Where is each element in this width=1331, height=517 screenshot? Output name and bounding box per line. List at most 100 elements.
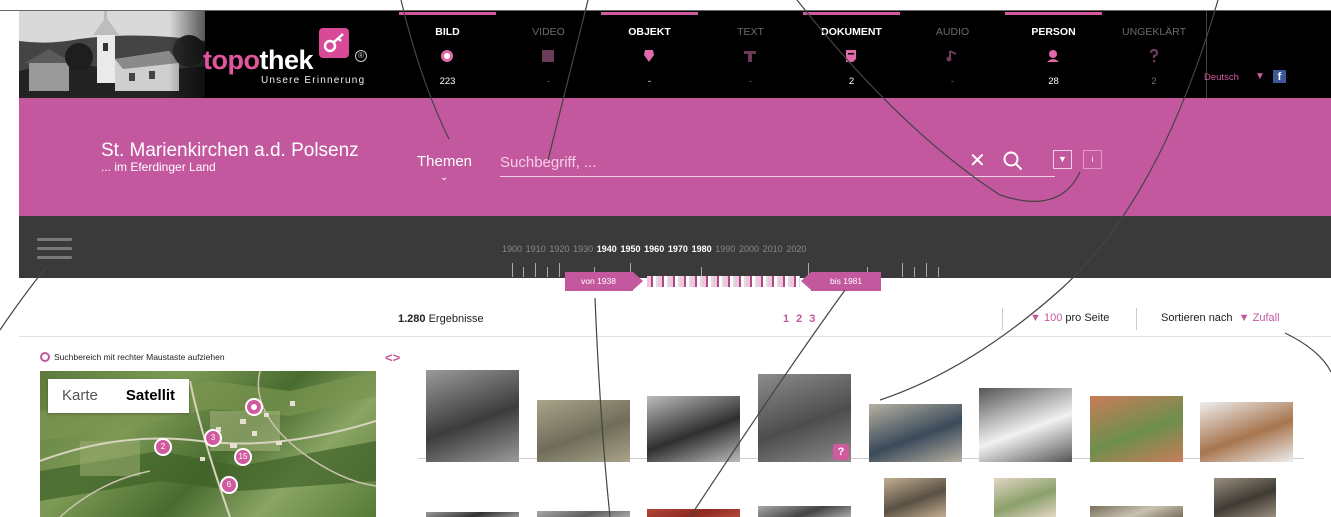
timeline-tick [535, 263, 536, 277]
result-thumbnail[interactable] [758, 506, 851, 517]
camera-icon [441, 50, 453, 62]
timeline-tick [938, 267, 939, 277]
timeline-year[interactable]: 2020 [786, 244, 806, 254]
result-thumbnail[interactable] [426, 512, 519, 517]
timeline-year[interactable]: 1950 [620, 244, 640, 254]
result-thumbnail[interactable] [994, 478, 1056, 517]
timeline-year[interactable]: 2000 [739, 244, 759, 254]
search-box: ✕ [500, 149, 1055, 177]
result-thumbnail[interactable] [647, 509, 740, 517]
facebook-icon[interactable]: f [1273, 70, 1286, 83]
timeline-bar: 1900 1910 1920 1930 1940 1950 1960 1970 1980 1990… [19, 216, 1331, 291]
logo-word-a: topo [203, 45, 260, 75]
page-link[interactable]: 1 [783, 313, 789, 325]
category-tab-video[interactable]: VIDEO - [500, 11, 601, 98]
timeline-tick [926, 263, 927, 277]
map-marker[interactable]: 3 [204, 429, 222, 447]
dropdown-arrow-icon: ▼ [1030, 312, 1041, 324]
timeline-to-arrow-icon[interactable] [801, 272, 811, 290]
map-type-toggle: Karte Satellit [48, 379, 190, 413]
search-icon[interactable] [1002, 150, 1024, 172]
timeline-to-handle[interactable]: bis 1981 [811, 272, 881, 291]
result-thumbnail[interactable] [537, 511, 630, 517]
result-thumbnail[interactable] [869, 404, 962, 462]
result-thumbnail[interactable] [647, 396, 740, 462]
result-thumbnail[interactable] [1090, 396, 1183, 462]
timeline-year[interactable]: 1970 [668, 244, 688, 254]
per-page-label: pro Seite [1065, 312, 1110, 324]
hamburger-menu-icon[interactable] [37, 238, 72, 259]
person-icon [1047, 50, 1059, 62]
map-view[interactable]: Karte Satellit 2 3 15 6 [40, 371, 376, 517]
chevron-down-icon[interactable]: ⌄ [440, 172, 448, 183]
advanced-search-toggle[interactable]: ▼ [1053, 150, 1072, 169]
unknown-badge-icon: ? [833, 444, 849, 460]
timeline-tick [559, 263, 560, 277]
timeline-tick [547, 267, 548, 277]
sort-value: Zufall [1252, 312, 1280, 324]
category-tab-text[interactable]: TEXT - [702, 11, 803, 98]
language-dropdown-arrow-icon[interactable]: ▼ [1255, 71, 1265, 82]
map-marker[interactable]: 2 [154, 438, 172, 456]
result-thumbnail[interactable] [884, 478, 946, 517]
page-link[interactable]: 2 [796, 313, 802, 325]
result-thumbnail[interactable] [979, 388, 1072, 462]
timeline-year[interactable]: 1910 [526, 244, 546, 254]
category-label: VIDEO [532, 26, 565, 38]
per-page-select[interactable]: ▼ 100 pro Seite [1030, 312, 1109, 324]
map-marker[interactable] [245, 398, 263, 416]
result-thumbnail[interactable] [426, 370, 519, 462]
timeline-year[interactable]: 1920 [549, 244, 569, 254]
map-marker[interactable]: 15 [234, 448, 252, 466]
map-hint: Suchbereich mit rechter Maustaste aufzie… [40, 352, 225, 362]
category-label: PERSON [1031, 26, 1076, 38]
divider [1136, 308, 1137, 330]
timeline-year[interactable]: 1940 [597, 244, 617, 254]
results-count: 1.280 Ergebnisse [398, 313, 484, 325]
category-tab-ungeklaert[interactable]: UNGEKLÄRT 2 [1106, 11, 1207, 98]
results-number: 1.280 [398, 313, 426, 325]
topothek-logo-icon[interactable] [319, 28, 349, 58]
timeline-year[interactable]: 1980 [692, 244, 712, 254]
language-select[interactable]: Deutsch [1204, 72, 1239, 83]
timeline-from-handle[interactable]: von 1938 [565, 272, 633, 291]
map-type-satellit[interactable]: Satellit [112, 379, 189, 413]
map-type-karte[interactable]: Karte [48, 379, 112, 413]
category-tab-dokument[interactable]: DOKUMENT 2 [803, 11, 904, 98]
timeline-year[interactable]: 1930 [573, 244, 593, 254]
collapse-panel-icon[interactable]: <> [385, 350, 400, 365]
search-band: St. Marienkirchen a.d. Polsenz ... im Ef… [19, 98, 1331, 216]
divider [1002, 308, 1003, 330]
category-tab-objekt[interactable]: OBJEKT - [601, 11, 702, 98]
info-button[interactable]: i [1083, 150, 1102, 169]
category-tab-person[interactable]: PERSON 28 [1005, 11, 1106, 98]
results-divider [19, 336, 1331, 337]
category-active-bar [399, 12, 496, 15]
timeline-year[interactable]: 1900 [502, 244, 522, 254]
timeline-density-strip [647, 276, 800, 287]
timeline-year[interactable]: 1990 [715, 244, 735, 254]
category-label: DOKUMENT [821, 26, 882, 38]
category-tab-audio[interactable]: AUDIO - [904, 11, 1005, 98]
clear-search-icon[interactable]: ✕ [969, 149, 986, 173]
category-label: AUDIO [935, 26, 970, 38]
place-subtitle: ... im Eferdinger Land [101, 160, 216, 174]
result-thumbnail[interactable] [1090, 506, 1183, 517]
category-tab-bild[interactable]: BILD 223 [399, 11, 500, 98]
logo-wordmark[interactable]: topothek [203, 45, 314, 76]
timeline-year[interactable]: 2010 [763, 244, 783, 254]
timeline-year[interactable]: 1960 [644, 244, 664, 254]
map-marker[interactable]: 6 [220, 476, 238, 494]
question-icon [1149, 49, 1159, 63]
result-thumbnail[interactable] [537, 400, 630, 462]
result-thumbnail[interactable] [1214, 478, 1276, 517]
media-category-tabs: BILD 223 VIDEO - OBJEKT - TEXT - DOKUMEN… [399, 11, 1207, 98]
result-thumbnail[interactable] [1200, 402, 1293, 462]
page-link[interactable]: 3 [809, 313, 815, 325]
timeline-from-arrow-icon[interactable] [633, 272, 643, 290]
themes-button[interactable]: Themen [417, 153, 472, 170]
category-active-bar [1005, 12, 1102, 15]
search-input[interactable] [500, 149, 940, 175]
sort-select[interactable]: Sortieren nach ▼ Zufall [1161, 312, 1280, 324]
topothek-app: topothek ® Unsere Erinnerung BILD 223 VI… [19, 11, 1331, 517]
